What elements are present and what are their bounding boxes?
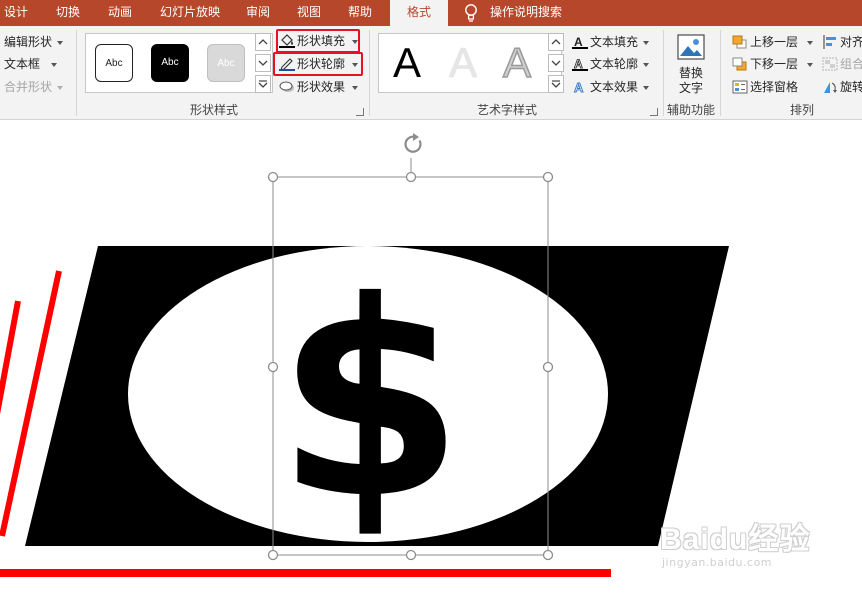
wordart-sample[interactable]: A	[393, 38, 421, 88]
align-icon	[823, 35, 836, 49]
group-objects-icon	[822, 57, 838, 71]
wordart-gallery-expand[interactable]	[548, 75, 564, 93]
shape-fill-highlight	[276, 29, 360, 53]
shape-style-swatch[interactable]: Abc	[207, 44, 245, 82]
resize-handle-top-left[interactable]	[267, 171, 279, 183]
dollar-sign-text[interactable]: $	[276, 243, 464, 558]
group-separator	[76, 30, 77, 116]
text-effects-label: 文本效果	[590, 80, 639, 94]
chevron-down-icon	[258, 60, 268, 66]
gallery-scroll-up[interactable]	[255, 33, 271, 51]
resize-handle-bottom-right[interactable]	[542, 549, 554, 561]
tab-format[interactable]: 格式	[390, 0, 448, 27]
ribbon: 编辑形状 文本框 合并形状 Abc Abc Abc 形状填充 形状轮廓 形状效果…	[0, 26, 862, 120]
rotate-icon	[824, 82, 837, 93]
bring-forward-icon	[732, 35, 747, 49]
wordart-scroll-up[interactable]	[548, 33, 564, 51]
shape-outline-highlight	[273, 52, 363, 76]
selection-pane-label: 选择窗格	[750, 80, 799, 94]
rotation-handle[interactable]	[404, 133, 422, 153]
expand-gallery-icon	[258, 80, 268, 88]
tab-transitions[interactable]: 切换	[56, 0, 80, 26]
chevron-down-icon	[643, 85, 649, 90]
bring-forward-label: 上移一层	[750, 35, 799, 49]
gallery-scroll-down[interactable]	[255, 54, 271, 72]
svg-text:A: A	[574, 80, 584, 94]
baidu-jingyan-watermark: Baidu经验 jingyan.baidu.com	[660, 498, 860, 578]
shape-style-swatch[interactable]: Abc	[95, 44, 133, 82]
send-backward-icon	[732, 57, 747, 71]
send-backward-label: 下移一层	[750, 57, 799, 71]
shape-styles-dialog-launcher[interactable]	[356, 108, 364, 116]
resize-handle-left[interactable]	[267, 361, 279, 373]
accessibility-group-label: 辅助功能	[666, 103, 715, 117]
svg-text:A: A	[574, 35, 583, 49]
tab-design[interactable]: 设计	[4, 0, 28, 26]
chevron-down-icon	[352, 85, 358, 90]
gallery-expand[interactable]	[255, 75, 271, 93]
group-separator	[369, 30, 370, 116]
text-outline-icon: A	[572, 57, 588, 71]
wordart-scroll-down[interactable]	[548, 54, 564, 72]
shape-styles-group-label: 形状样式	[189, 103, 238, 117]
chevron-up-icon	[551, 39, 561, 45]
watermark-url: jingyan.baidu.com	[662, 556, 773, 569]
red-accent-line[interactable]	[0, 300, 21, 441]
shape-effects-label: 形状效果	[297, 80, 346, 94]
chevron-down-icon	[57, 40, 63, 45]
resize-handle-top[interactable]	[405, 171, 417, 183]
align-label: 对齐	[840, 35, 862, 49]
text-effects-icon: A	[574, 80, 585, 94]
alt-text-label-line2: 文字	[678, 81, 703, 95]
selection-pane-icon	[732, 80, 748, 94]
shape-style-swatch[interactable]: Abc	[151, 44, 189, 82]
edit-shape-label: 编辑形状	[4, 35, 53, 49]
wordart-sample[interactable]: A	[449, 38, 477, 88]
resize-handle-right[interactable]	[542, 361, 554, 373]
shape-styles-gallery[interactable]: Abc Abc Abc	[85, 33, 273, 93]
text-fill-icon: A	[572, 35, 588, 49]
group-separator	[720, 30, 721, 116]
alt-text-label-line1: 替换	[678, 66, 703, 80]
tab-animations[interactable]: 动画	[108, 0, 132, 26]
text-fill-label: 文本填充	[590, 35, 639, 49]
resize-handle-bottom[interactable]	[405, 549, 417, 561]
tab-slideshow[interactable]: 幻灯片放映	[160, 0, 220, 26]
ribbon-tab-bar: 设计 切换 动画 幻灯片放映 审阅 视图 帮助 格式 操作说明搜索	[0, 0, 862, 27]
chevron-down-icon	[57, 85, 63, 90]
lightbulb-icon	[465, 4, 477, 22]
tab-review[interactable]: 审阅	[246, 0, 270, 26]
chevron-down-icon	[643, 40, 649, 45]
arrange-group-label: 排列	[789, 103, 814, 117]
tab-view[interactable]: 视图	[297, 0, 321, 26]
red-bottom-bar[interactable]	[0, 569, 611, 577]
alt-text-button[interactable]: 替换 文字	[668, 32, 714, 98]
wordart-styles-gallery[interactable]: A A A	[378, 33, 562, 93]
resize-handle-bottom-left[interactable]	[267, 549, 279, 561]
group-label: 组合	[840, 57, 862, 71]
chevron-down-icon	[551, 60, 561, 66]
chevron-up-icon	[258, 39, 268, 45]
resize-handle-top-right[interactable]	[542, 171, 554, 183]
chevron-down-icon	[643, 62, 649, 67]
chevron-down-icon	[807, 62, 813, 67]
wordart-styles-group-label: 艺术字样式	[476, 103, 537, 117]
tab-help[interactable]: 帮助	[348, 0, 372, 26]
wordart-sample[interactable]: A	[502, 38, 532, 88]
chevron-down-icon	[807, 40, 813, 45]
shape-effects-icon	[279, 81, 294, 92]
svg-text:A: A	[574, 57, 583, 71]
watermark-brand: Baidu经验	[660, 523, 811, 556]
chevron-down-icon	[51, 62, 57, 67]
tell-me-label: 操作说明搜索	[490, 5, 563, 19]
text-box-label: 文本框	[4, 57, 41, 71]
text-outline-label: 文本轮廓	[590, 57, 639, 71]
expand-gallery-icon	[551, 80, 561, 88]
alt-text-icon	[677, 34, 705, 60]
rotate-label: 旋转	[840, 80, 862, 94]
wordart-styles-dialog-launcher[interactable]	[650, 108, 658, 116]
merge-shapes-label: 合并形状	[4, 80, 53, 94]
